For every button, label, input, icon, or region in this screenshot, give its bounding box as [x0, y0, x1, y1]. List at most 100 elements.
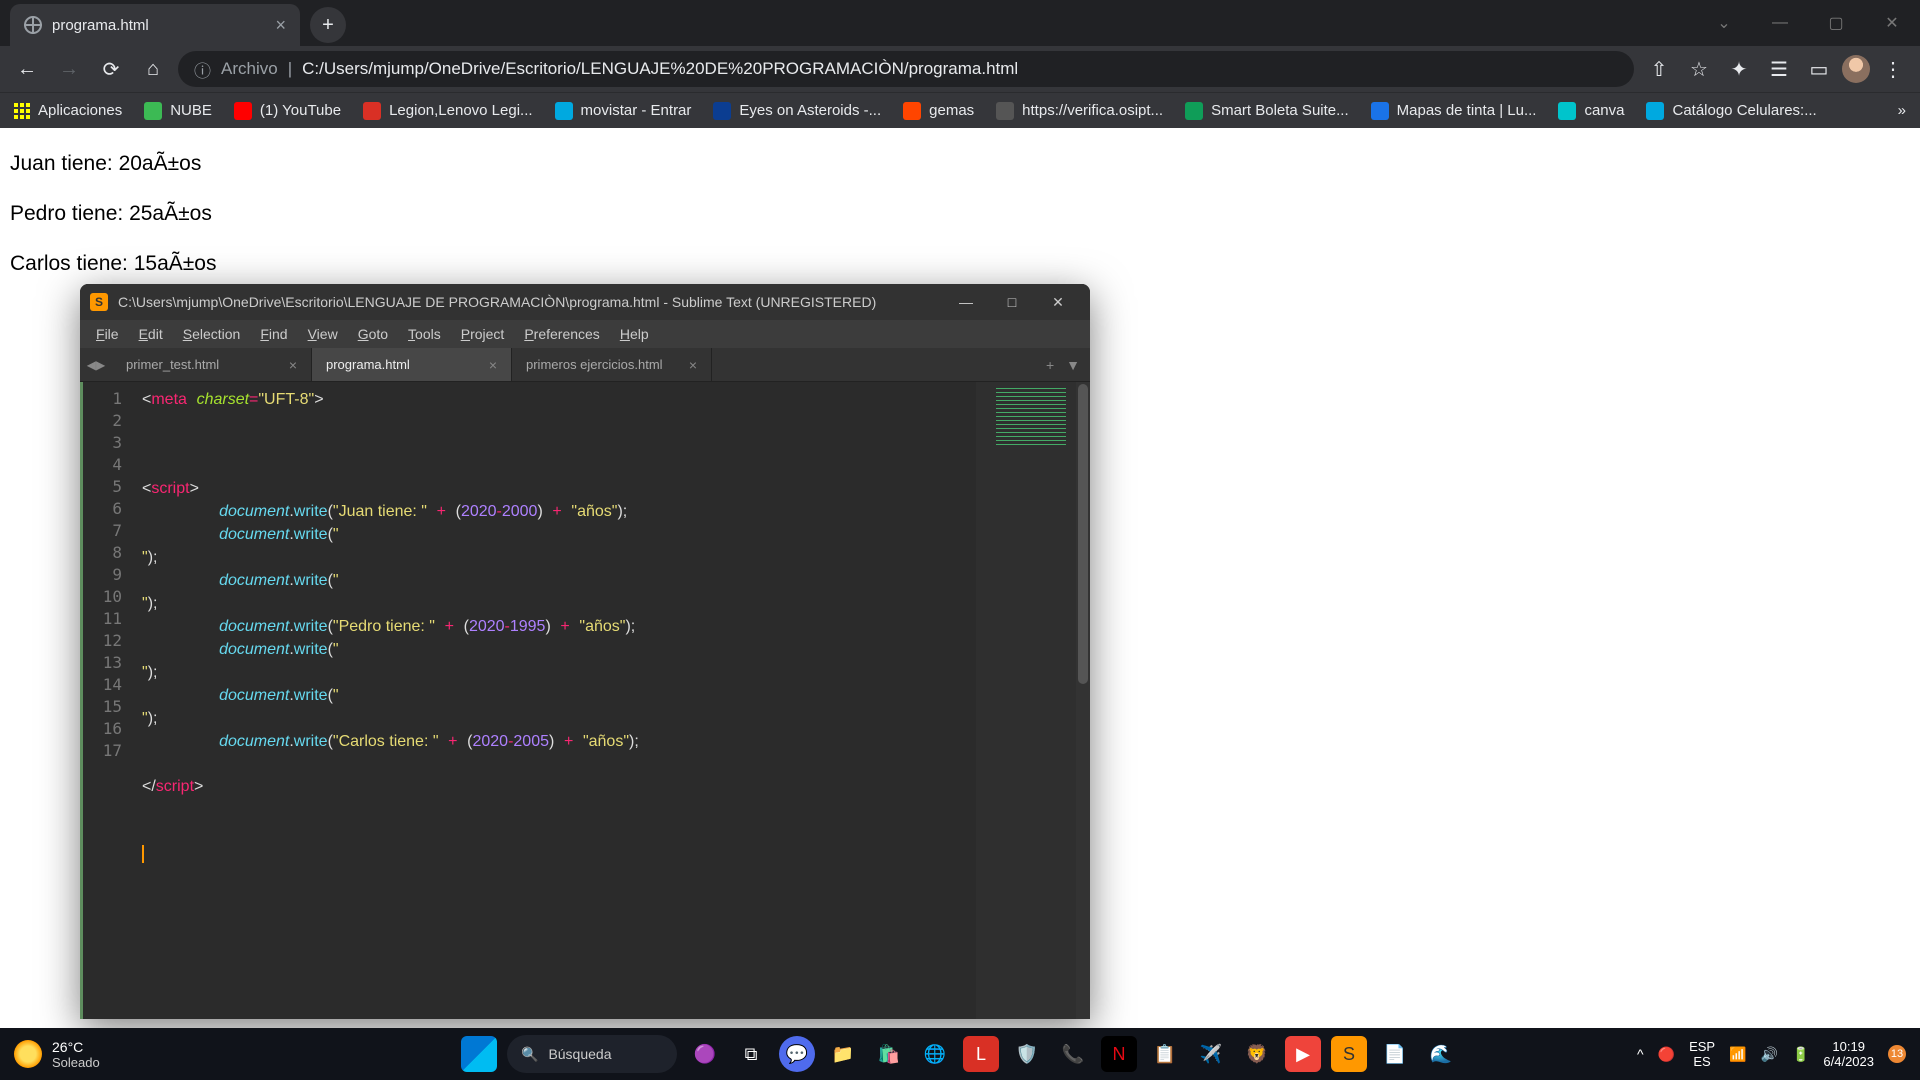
taskbar-search[interactable]: 🔍 Búsqueda: [507, 1035, 677, 1073]
bookmark-item[interactable]: NUBE: [144, 102, 212, 120]
extensions-icon[interactable]: ✦: [1722, 52, 1756, 86]
menu-tools[interactable]: Tools: [400, 324, 449, 344]
add-tab-icon[interactable]: +: [1046, 357, 1054, 373]
bookmark-item[interactable]: Eyes on Asteroids -...: [713, 102, 881, 120]
menu-edit[interactable]: Edit: [131, 324, 171, 344]
menu-selection[interactable]: Selection: [175, 324, 249, 344]
tab-close-icon[interactable]: ×: [289, 357, 297, 373]
forward-button[interactable]: →: [52, 52, 86, 86]
tray-security-icon[interactable]: 🔴: [1658, 1046, 1675, 1063]
notepad-icon[interactable]: 📄: [1377, 1036, 1413, 1072]
bookmark-item[interactable]: Legion,Lenovo Legi...: [363, 102, 532, 120]
anydesk-icon[interactable]: ▶: [1285, 1036, 1321, 1072]
tab-close-icon[interactable]: ×: [275, 15, 286, 36]
output-line: Pedro tiene: 25aÃ±os: [10, 202, 1910, 226]
chrome-icon[interactable]: 🌐: [917, 1036, 953, 1072]
explorer-icon[interactable]: 📁: [825, 1036, 861, 1072]
bookmark-item[interactable]: Catálogo Celulares:...: [1646, 102, 1816, 120]
bookmark-item[interactable]: Mapas de tinta | Lu...: [1371, 102, 1537, 120]
sublime-menubar[interactable]: FileEditSelectionFindViewGotoToolsProjec…: [80, 320, 1090, 348]
clock[interactable]: 10:19 6/4/2023: [1823, 1039, 1874, 1069]
sublime-tabs: ◀▶ primer_test.html×programa.html×primer…: [80, 348, 1090, 382]
editor-tab[interactable]: primer_test.html×: [112, 348, 312, 381]
weather-widget[interactable]: 26°C Soleado: [0, 1039, 114, 1070]
menu-project[interactable]: Project: [453, 324, 513, 344]
back-button[interactable]: ←: [10, 52, 44, 86]
device-icon[interactable]: ▭: [1802, 52, 1836, 86]
taskbar: 26°C Soleado 🔍 Búsqueda 🟣 ⧉ 💬 📁 🛍️ 🌐 L 🛡…: [0, 1028, 1920, 1080]
sublime-window: S C:\Users\mjump\OneDrive\Escritorio\LEN…: [80, 284, 1090, 1019]
minimap[interactable]: [976, 382, 1076, 1019]
wifi-icon[interactable]: 📶: [1729, 1046, 1746, 1063]
editor-tab[interactable]: programa.html×: [312, 348, 512, 381]
close-icon[interactable]: ✕: [1036, 287, 1080, 317]
browser-tabbar: programa.html × + ⌄ — ▢ ✕: [0, 0, 1920, 46]
minimize-icon[interactable]: —: [1752, 0, 1808, 46]
menu-file[interactable]: File: [88, 324, 127, 344]
home-button[interactable]: ⌂: [136, 52, 170, 86]
store-icon[interactable]: 🛍️: [871, 1036, 907, 1072]
close-icon[interactable]: ✕: [1864, 0, 1920, 46]
notification-badge[interactable]: 13: [1888, 1045, 1906, 1063]
bookmark-apps[interactable]: Aplicaciones: [14, 102, 122, 119]
tray-chevron-icon[interactable]: ^: [1637, 1046, 1644, 1062]
share-icon[interactable]: ⇧: [1642, 52, 1676, 86]
line-gutter: 1 2 3 4 5 6 7 8 9 10 11 12 13 14 15 16 1…: [80, 382, 130, 1019]
info-icon: ⓘ: [194, 57, 211, 82]
menu-view[interactable]: View: [300, 324, 346, 344]
bookmark-item[interactable]: canva: [1558, 102, 1624, 120]
netflix-icon[interactable]: N: [1101, 1036, 1137, 1072]
new-tab-button[interactable]: +: [310, 7, 346, 43]
whatsapp-icon[interactable]: 📞: [1055, 1036, 1091, 1072]
telegram-icon[interactable]: ✈️: [1193, 1036, 1229, 1072]
bookmark-item[interactable]: Smart Boleta Suite...: [1185, 102, 1349, 120]
app-l-icon[interactable]: L: [963, 1036, 999, 1072]
chat-icon[interactable]: 💬: [779, 1036, 815, 1072]
menu-preferences[interactable]: Preferences: [516, 324, 608, 344]
editor-tab[interactable]: primeros ejercicios.html×: [512, 348, 712, 381]
browser-tab[interactable]: programa.html ×: [10, 4, 300, 46]
tab-nav-arrows[interactable]: ◀▶: [80, 348, 112, 381]
bookmark-item[interactable]: gemas: [903, 102, 974, 120]
battery-icon[interactable]: 🔋: [1792, 1046, 1809, 1063]
menu-find[interactable]: Find: [252, 324, 295, 344]
brave-icon[interactable]: 🦁: [1239, 1036, 1275, 1072]
menu-icon[interactable]: ⋮: [1876, 52, 1910, 86]
system-tray: ^ 🔴 ESP ES 📶 🔊 🔋 10:19 6/4/2023 13: [1623, 1039, 1920, 1069]
language-indicator[interactable]: ESP ES: [1689, 1039, 1715, 1069]
editor-area[interactable]: 1 2 3 4 5 6 7 8 9 10 11 12 13 14 15 16 1…: [80, 382, 1090, 1019]
profile-avatar[interactable]: [1842, 55, 1870, 83]
sublime-title: C:\Users\mjump\OneDrive\Escritorio\LENGU…: [118, 294, 876, 310]
taskview-icon[interactable]: ⧉: [733, 1036, 769, 1072]
bookmarks-overflow[interactable]: »: [1898, 102, 1906, 119]
scrollbar[interactable]: [1076, 382, 1090, 1019]
menu-help[interactable]: Help: [612, 324, 657, 344]
output-line: Juan tiene: 20aÃ±os: [10, 152, 1910, 176]
widgets-icon[interactable]: 🟣: [687, 1036, 723, 1072]
bookmark-item[interactable]: movistar - Entrar: [555, 102, 692, 120]
reload-button[interactable]: ⟳: [94, 52, 128, 86]
maximize-icon[interactable]: □: [990, 287, 1034, 317]
code-content[interactable]: <meta charset="UFT-8"> <script> document…: [130, 382, 976, 1019]
sublime-titlebar[interactable]: S C:\Users\mjump\OneDrive\Escritorio\LEN…: [80, 284, 1090, 320]
sublime-taskbar-icon[interactable]: S: [1331, 1036, 1367, 1072]
volume-icon[interactable]: 🔊: [1761, 1046, 1778, 1063]
notes-icon[interactable]: 📋: [1147, 1036, 1183, 1072]
maximize-icon[interactable]: ▢: [1808, 0, 1864, 46]
reading-list-icon[interactable]: ☰: [1762, 52, 1796, 86]
tab-close-icon[interactable]: ×: [489, 357, 497, 373]
start-button[interactable]: [461, 1036, 497, 1072]
search-icon: 🔍: [521, 1046, 538, 1063]
bookmark-item[interactable]: https://verifica.osipt...: [996, 102, 1163, 120]
star-icon[interactable]: ☆: [1682, 52, 1716, 86]
address-bar[interactable]: ⓘ Archivo | C:/Users/mjump/OneDrive/Escr…: [178, 51, 1634, 87]
output-line: Carlos tiene: 15aÃ±os: [10, 252, 1910, 276]
tab-dropdown-icon[interactable]: ▼: [1066, 357, 1080, 373]
mcafee-icon[interactable]: 🛡️: [1009, 1036, 1045, 1072]
chevron-down-icon[interactable]: ⌄: [1696, 0, 1752, 46]
bookmark-item[interactable]: (1) YouTube: [234, 102, 341, 120]
tab-close-icon[interactable]: ×: [689, 357, 697, 373]
edge-icon[interactable]: 🌊: [1423, 1036, 1459, 1072]
menu-goto[interactable]: Goto: [350, 324, 396, 344]
minimize-icon[interactable]: —: [944, 287, 988, 317]
